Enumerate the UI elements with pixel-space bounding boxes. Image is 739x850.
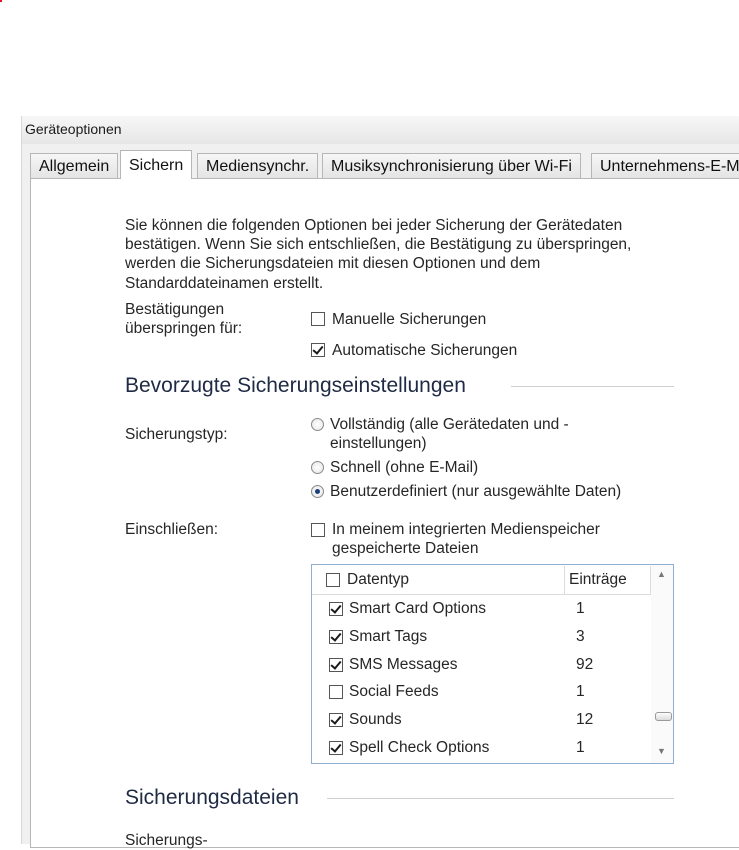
manual-backups-label[interactable]: Manuelle Sicherungen [332,310,486,329]
row-checkbox[interactable] [329,630,343,644]
list-item[interactable]: Sounds 12 [312,706,652,734]
automatic-backups-label[interactable]: Automatische Sicherungen [332,341,517,360]
row-entries: 12 [576,711,594,728]
manual-backups-checkbox[interactable] [311,312,325,326]
skip-confirmations-label: Bestätigungen überspringen für: [125,301,243,337]
column-divider[interactable] [564,566,565,594]
automatic-backups-checkbox[interactable] [311,343,325,357]
row-checkbox[interactable] [329,713,343,727]
row-entries: 1 [576,600,585,617]
full-backup-label[interactable]: Vollständig (alle Gerätedaten und -einst… [330,415,620,453]
red-marker [0,0,2,2]
row-datatype: Sounds [349,711,402,728]
section-divider [327,798,674,799]
scroll-up-icon[interactable]: ▲ [657,569,666,579]
preferred-settings-heading: Bevorzugte Sicherungseinstellungen [125,374,466,397]
list-item[interactable]: Smart Card Options 1 [312,595,652,623]
row-datatype: SMS Messages [349,656,458,673]
row-datatype: Spell Check Options [349,739,490,756]
column-datentyp[interactable]: Datentyp [347,571,409,589]
datatype-list[interactable]: Datentyp Einträge Smart Card Options 1 S… [311,564,674,764]
list-item[interactable]: SMS Messages 92 [312,651,652,679]
custom-backup-label[interactable]: Benutzerdefiniert (nur ausgewählte Daten… [330,482,621,501]
tab-allgemein[interactable]: Allgemein [30,153,119,178]
title-bar[interactable]: Geräteoptionen [22,116,739,144]
row-entries: 1 [576,683,585,700]
quick-backup-radio[interactable] [311,461,324,474]
row-entries: 92 [576,656,594,673]
list-item[interactable]: Smart Tags 3 [312,623,652,651]
include-label: Einschließen: [125,521,219,538]
media-storage-checkbox[interactable] [311,523,325,537]
list-item[interactable]: Social Feeds 1 [312,678,652,706]
list-item[interactable]: Spell Check Options 1 [312,734,652,762]
tab-mediensynchr[interactable]: Mediensynchr. [197,153,319,178]
quick-backup-label[interactable]: Schnell (ohne E-Mail) [330,458,478,477]
row-entries: 3 [576,628,585,645]
row-entries: 1 [576,739,585,756]
row-datatype: Smart Card Options [349,600,486,617]
backup-files-heading: Sicherungsdateien [125,786,299,809]
select-all-checkbox[interactable] [326,573,340,587]
list-header: Datentyp Einträge [312,565,652,595]
row-checkbox[interactable] [329,741,343,755]
description-text: Sie können die folgenden Optionen bei je… [125,217,632,292]
backup-files-label: Sicherungs- [125,832,208,849]
section-divider [511,386,674,387]
row-checkbox[interactable] [329,685,343,699]
row-checkbox[interactable] [329,658,343,672]
tab-musiksynchronisierung[interactable]: Musiksynchronisierung über Wi-Fi [322,153,581,178]
window-title: Geräteoptionen [25,121,122,137]
custom-backup-radio[interactable] [311,485,324,498]
row-datatype: Social Feeds [349,683,439,700]
row-checkbox[interactable] [329,602,343,616]
backup-type-label: Sicherungstyp: [125,426,228,443]
media-storage-label[interactable]: In meinem integrierten Medienspeicher ge… [332,520,632,558]
tab-unternehmens-email[interactable]: Unternehmens-E-M [591,153,739,178]
scroll-down-icon[interactable]: ▼ [657,746,666,756]
scroll-thumb[interactable] [655,712,672,721]
full-backup-radio[interactable] [311,418,324,431]
list-scrollbar[interactable]: ▲ ▼ [651,565,673,763]
tab-strip: Allgemein Sichern Mediensynchr. Musiksyn… [30,150,739,179]
column-eintraege[interactable]: Einträge [569,571,627,589]
tab-sichern[interactable]: Sichern [120,150,193,179]
row-datatype: Smart Tags [349,628,428,645]
